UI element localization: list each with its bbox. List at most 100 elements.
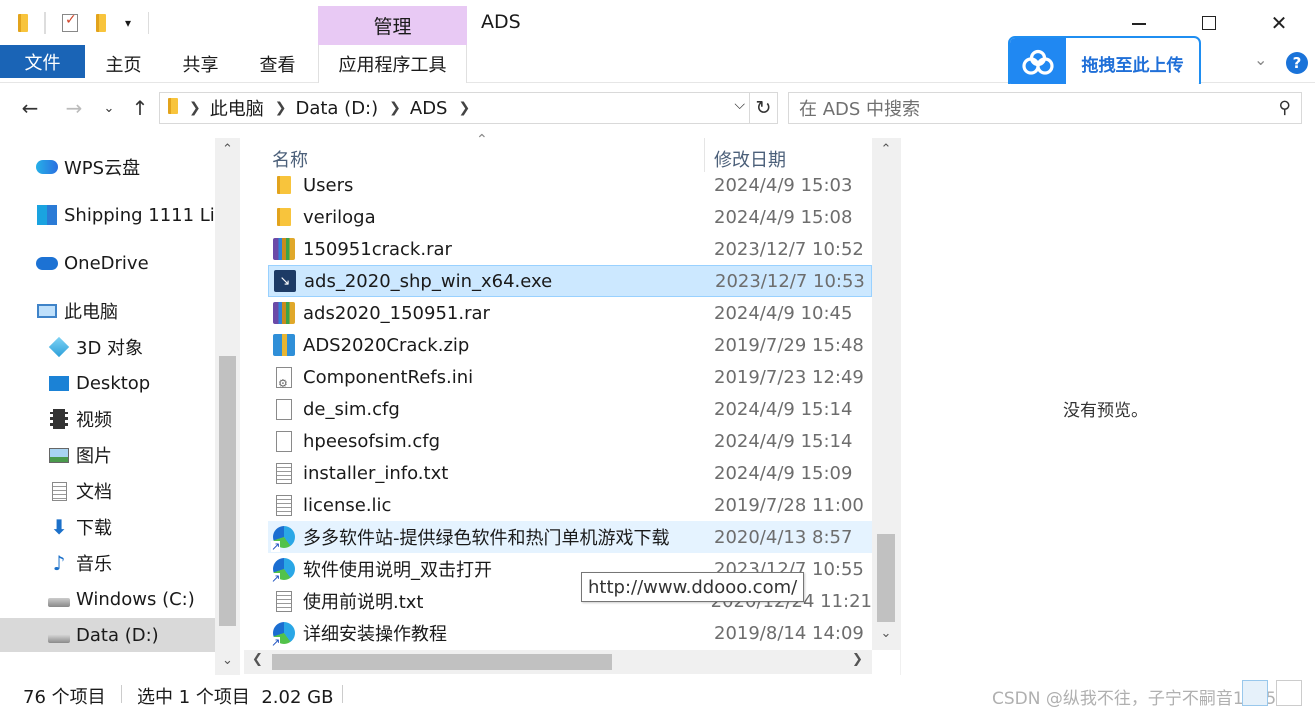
preview-pane: 没有预览。 xyxy=(900,138,1315,675)
file-date-modified: 2024/4/9 15:03 xyxy=(714,174,853,196)
help-icon[interactable]: ? xyxy=(1286,52,1308,74)
table-row[interactable]: 详细安装操作教程 2019/8/14 14:09 xyxy=(268,617,872,649)
sidebar-item-documents[interactable]: 文档 xyxy=(0,474,215,508)
nav-pane-scrollbar[interactable]: ⌃ ⌄ xyxy=(215,138,240,675)
nav-scroll-thumb[interactable] xyxy=(219,356,236,626)
close-button[interactable]: ✕ xyxy=(1256,6,1302,40)
sidebar-item-drive-c[interactable]: Windows (C:) xyxy=(0,582,215,616)
chevron-right-icon[interactable]: ❯ xyxy=(458,100,470,116)
scroll-up-icon[interactable]: ⌃ xyxy=(215,142,240,157)
details-view-icon[interactable] xyxy=(1242,680,1268,706)
tab-file[interactable]: 文件 xyxy=(0,45,85,78)
scroll-left-icon[interactable]: ❮ xyxy=(252,652,263,667)
tab-home[interactable]: 主页 xyxy=(96,45,151,83)
upload-label: 拖拽至此上传 xyxy=(1081,55,1184,76)
blank-file-icon xyxy=(273,429,295,453)
sidebar-item-onedrive[interactable]: OneDrive xyxy=(0,246,215,280)
table-row[interactable]: 多多软件站-提供绿色软件和热门单机游戏下载 2020/4/13 8:57 xyxy=(268,521,872,553)
sidebar-item-this-pc[interactable]: 此电脑 xyxy=(0,294,215,328)
status-divider xyxy=(121,685,122,703)
breadcrumb-data-drive[interactable]: Data (D:) xyxy=(295,98,378,119)
file-date-modified: 2019/7/23 12:49 xyxy=(714,366,864,388)
maximize-icon xyxy=(1202,16,1216,30)
no-preview-text: 没有预览。 xyxy=(1063,401,1148,421)
file-name: ComponentRefs.ini xyxy=(303,366,474,388)
table-row[interactable]: ADS2020Crack.zip 2019/7/29 15:48 xyxy=(268,329,872,361)
tab-view[interactable]: 查看 xyxy=(250,45,305,83)
column-divider[interactable] xyxy=(704,138,705,172)
search-input[interactable]: 在 ADS 中搜索 ⚲ xyxy=(788,92,1302,124)
file-date-modified: 2020/4/13 8:57 xyxy=(714,526,853,548)
up-arrow-icon[interactable]: ↑ xyxy=(128,94,152,122)
new-folder-icon[interactable] xyxy=(90,10,112,36)
chevron-right-icon[interactable]: ❯ xyxy=(275,100,287,116)
file-date-modified: 2024/4/9 10:45 xyxy=(714,302,853,324)
back-arrow-icon[interactable]: ← xyxy=(16,94,44,122)
table-row[interactable]: hpeesofsim.cfg 2024/4/9 15:14 xyxy=(268,425,872,457)
sidebar-item-desktop[interactable]: Desktop xyxy=(0,366,215,400)
chevron-right-icon[interactable]: ❯ xyxy=(389,100,401,116)
sidebar-item-videos[interactable]: 视频 xyxy=(0,402,215,436)
sidebar-item-music[interactable]: ♪ 音乐 xyxy=(0,546,215,580)
sidebar-item-3d-objects[interactable]: 3D 对象 xyxy=(0,330,215,364)
tab-share[interactable]: 共享 xyxy=(173,45,228,83)
sidebar-item-shipping[interactable]: Shipping 1111 Li xyxy=(0,198,215,232)
file-date-modified: 2024/4/9 15:14 xyxy=(714,398,853,420)
link-tooltip: http://www.ddooo.com/ xyxy=(581,572,805,602)
file-list-vertical-scrollbar[interactable]: ⌃ ⌄ xyxy=(872,138,900,650)
sidebar-item-downloads[interactable]: ⬇ 下载 xyxy=(0,510,215,544)
sidebar-item-wps-cloud[interactable]: WPS云盘 xyxy=(0,150,215,184)
horizontal-scroll-thumb[interactable] xyxy=(272,654,612,670)
folder-icon xyxy=(12,10,34,36)
file-name: installer_info.txt xyxy=(303,462,449,484)
file-date-modified: 2023/12/7 10:53 xyxy=(715,270,865,292)
sidebar-item-drive-d[interactable]: Data (D:) xyxy=(0,618,215,652)
csdn-watermark: CSDN @纵我不往，子宁不嗣音1995 xyxy=(992,689,1277,709)
scroll-down-icon[interactable]: ⌄ xyxy=(872,626,900,641)
minimize-button[interactable] xyxy=(1116,6,1162,40)
scroll-down-icon[interactable]: ⌄ xyxy=(215,653,240,668)
address-bar[interactable]: ❯ 此电脑 ❯ Data (D:) ❯ ADS ❯ ⌵ xyxy=(159,92,750,124)
refresh-icon[interactable]: ↻ xyxy=(750,92,778,124)
sidebar-item-pictures[interactable]: 图片 xyxy=(0,438,215,472)
recent-locations-chevron-icon[interactable]: ⌄ xyxy=(100,94,118,122)
quick-access-dropdown-icon[interactable]: ▾ xyxy=(118,10,138,36)
tab-application-tools[interactable]: 应用程序工具 xyxy=(318,45,467,83)
scroll-up-icon[interactable]: ⌃ xyxy=(872,142,900,157)
onedrive-icon xyxy=(36,253,58,273)
forward-arrow-icon[interactable]: → xyxy=(60,94,88,122)
table-row[interactable]: ads2020_150951.rar 2024/4/9 10:45 xyxy=(268,297,872,329)
folder-icon xyxy=(168,97,178,119)
file-name: hpeesofsim.cfg xyxy=(303,430,441,452)
expand-ribbon-chevron-icon[interactable]: ⌄ xyxy=(1254,50,1267,69)
chevron-right-icon: ❯ xyxy=(189,100,201,116)
search-icon: ⚲ xyxy=(1278,98,1291,118)
table-row[interactable]: veriloga 2024/4/9 15:08 xyxy=(268,201,872,233)
manage-context-tab[interactable]: 管理 xyxy=(318,6,467,45)
scroll-right-icon[interactable]: ❯ xyxy=(852,652,863,667)
table-row[interactable]: Users 2024/4/9 15:03 xyxy=(268,169,872,201)
file-date-modified: 2024/4/9 15:08 xyxy=(714,206,853,228)
file-list-horizontal-scrollbar[interactable]: ❮ ❯ xyxy=(244,650,872,674)
table-row[interactable]: installer_info.txt 2024/4/9 15:09 xyxy=(268,457,872,489)
address-history-chevron-icon[interactable]: ⌵ xyxy=(734,97,745,113)
folder-icon xyxy=(273,205,295,229)
sort-ascending-icon: ⌃ xyxy=(476,132,488,148)
music-icon: ♪ xyxy=(52,551,66,575)
zip-archive-icon xyxy=(273,333,295,357)
table-row[interactable]: 150951crack.rar 2023/12/7 10:52 xyxy=(268,233,872,265)
large-icons-view-icon[interactable] xyxy=(1276,680,1302,706)
breadcrumb-ads[interactable]: ADS xyxy=(410,98,448,119)
breadcrumb-this-pc[interactable]: 此电脑 xyxy=(210,95,264,121)
table-row[interactable]: license.lic 2019/7/28 11:00 xyxy=(268,489,872,521)
vertical-scroll-thumb[interactable] xyxy=(877,534,895,622)
table-row[interactable]: ↘ ads_2020_shp_win_x64.exe 2023/12/7 10:53 xyxy=(268,265,872,297)
table-row[interactable]: de_sim.cfg 2024/4/9 15:14 xyxy=(268,393,872,425)
rar-archive-icon xyxy=(273,237,295,261)
properties-icon[interactable] xyxy=(58,10,82,36)
drag-upload-button[interactable]: 拖拽至此上传 xyxy=(1008,36,1201,90)
table-row[interactable]: ComponentRefs.ini 2019/7/23 12:49 xyxy=(268,361,872,393)
maximize-button[interactable] xyxy=(1186,6,1232,40)
rar-archive-icon xyxy=(273,301,295,325)
file-date-modified: 2019/8/14 14:09 xyxy=(714,622,864,644)
